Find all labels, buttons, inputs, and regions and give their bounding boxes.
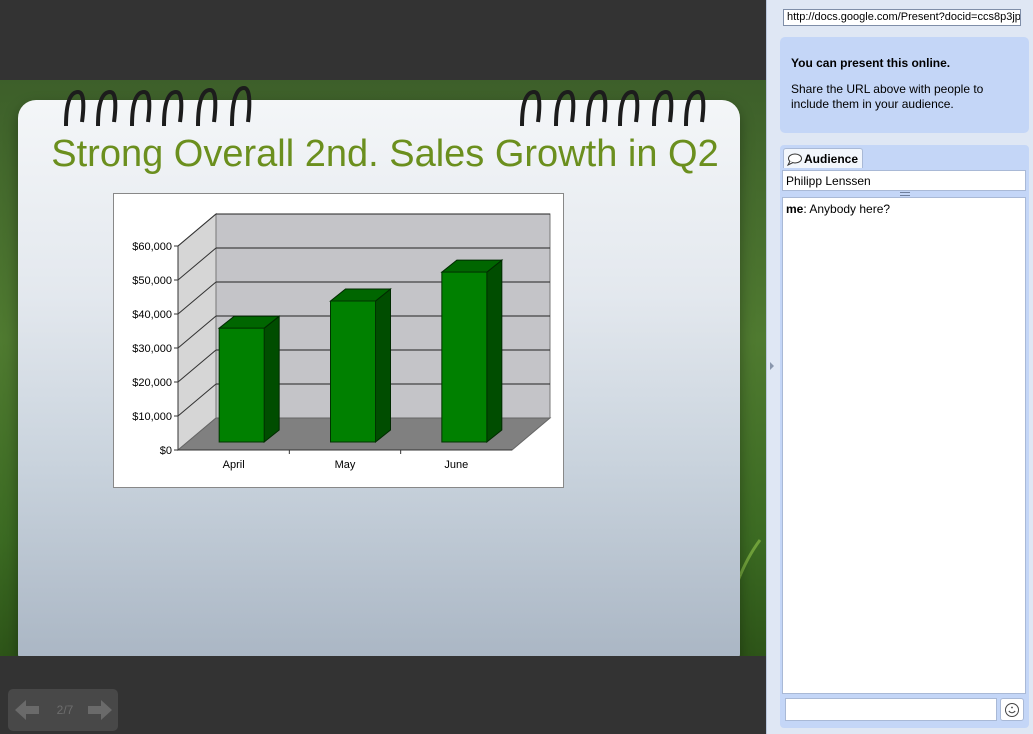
resize-splitter[interactable] [900,192,910,196]
bar [441,271,488,443]
tab-audience[interactable]: Audience [783,148,863,168]
y-tick-label: $10,000 [132,411,172,423]
y-tick-label: $40,000 [132,309,172,321]
smiley-icon [1005,703,1019,717]
bar-chart-svg: $0 $10,000 $20,000 $30,000 $40,000 $50,000 $60… [132,212,552,471]
chat-input[interactable] [785,698,997,721]
presentation-stage: Strong Overall 2nd. Sales Growth in Q2 $… [0,0,766,734]
bar-side [486,259,503,444]
bar-side [263,315,280,444]
slide-title: Strong Overall 2nd. Sales Growth in Q2 [51,133,719,175]
collapse-panel-icon[interactable] [770,362,774,370]
presentation-url-field[interactable]: http://docs.google.com/Present?docid=ccs… [783,9,1021,26]
audience-list: Philipp Lenssen [782,170,1026,191]
y-tick-label: $20,000 [132,377,172,389]
chat-text: : Anybody here? [803,202,891,216]
audience-member: Philipp Lenssen [786,174,871,188]
presenter-panel: http://docs.google.com/Present?docid=ccs… [766,0,1033,734]
chat-log: me: Anybody here? [782,197,1026,694]
audience-section: Audience Philipp Lenssen me: Anybody her… [780,145,1029,728]
info-title: You can present this online. [791,56,951,70]
x-tick-label: June [444,459,468,471]
y-tick-label: $60,000 [132,241,172,253]
bar [330,300,376,443]
x-tick-label: April [223,459,245,471]
page-indicator: 2/7 [56,703,74,717]
slide-navigation: 2/7 [8,689,118,731]
speech-bubble-icon [786,153,802,167]
y-tick-label: $50,000 [132,275,172,287]
bar-chart: $0 $10,000 $20,000 $30,000 $40,000 $50,000 $60… [113,193,564,488]
right-arrow-icon[interactable] [86,698,114,722]
y-tick-label: $0 [160,445,172,457]
x-tick-label: May [335,459,356,471]
bar [218,327,265,443]
chat-sender: me [786,202,804,216]
info-body: Share the URL above with people to inclu… [791,82,984,111]
present-online-info: You can present this online. Share the U… [780,37,1029,133]
emoticon-button[interactable] [1000,698,1024,721]
bar-side [375,287,391,444]
tab-audience-label: Audience [804,152,859,166]
y-tick-label: $30,000 [132,343,172,355]
chat-message: me: Anybody here? [786,202,1022,216]
spiral-rings [64,85,706,127]
left-arrow-icon[interactable] [13,698,41,722]
